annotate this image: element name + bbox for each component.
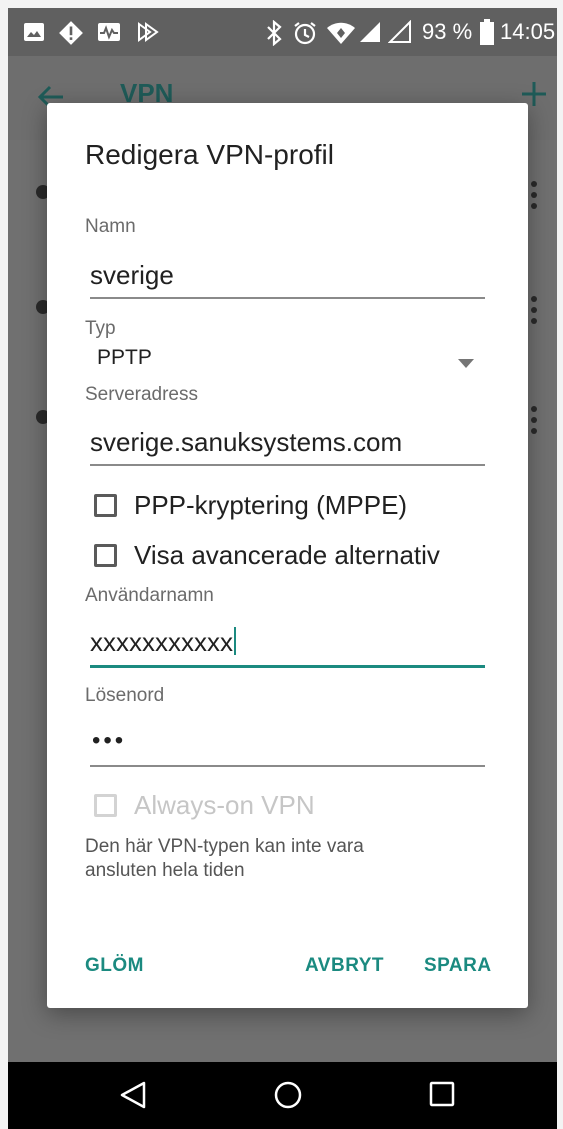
always-on-label: Always-on VPN: [134, 790, 315, 820]
server-field-underline: [90, 464, 485, 466]
bluetooth-icon: [264, 19, 284, 51]
edit-vpn-dialog: Redigera VPN-profil Namn sverige Typ PPT…: [47, 103, 528, 1008]
advanced-checkbox[interactable]: [94, 544, 117, 567]
cancel-button[interactable]: AVBRYT: [305, 955, 384, 977]
screen: 93 % 14:05 VPN Redigera VPN-profil Namn …: [0, 0, 563, 1129]
back-nav-icon[interactable]: [118, 1080, 148, 1115]
home-nav-icon[interactable]: [273, 1080, 303, 1115]
type-value: PPTP: [97, 346, 152, 369]
dropdown-arrow-icon: [458, 355, 474, 373]
password-label: Lösenord: [85, 685, 165, 706]
text-cursor: [234, 627, 236, 655]
battery-percent: 93 %: [422, 19, 473, 44]
always-on-row: Always-on VPN: [94, 788, 484, 828]
name-field[interactable]: sverige: [90, 260, 174, 291]
more-options-icon: [530, 295, 538, 325]
signal-icon: [358, 20, 382, 49]
image-icon: [22, 20, 46, 49]
type-dropdown[interactable]: PPTP: [85, 343, 485, 377]
dialog-title: Redigera VPN-profil: [85, 139, 334, 170]
more-options-icon: [530, 180, 538, 210]
password-field-underline: [90, 765, 485, 767]
username-field-underline: [90, 665, 485, 668]
signal-empty-icon: [387, 19, 412, 49]
username-value: xxxxxxxxxxx: [90, 627, 233, 657]
clock: 14:05: [500, 19, 556, 44]
activity-icon: [96, 20, 122, 49]
server-label: Serveradress: [85, 384, 198, 405]
mppe-checkbox-row[interactable]: PPP-kryptering (MPPE): [94, 488, 484, 528]
alarm-icon: [292, 20, 318, 51]
navigation-bar: [8, 1062, 557, 1129]
save-button[interactable]: SPARA: [424, 955, 492, 977]
status-bar: 93 % 14:05: [8, 8, 557, 56]
always-on-helper-text: Den här VPN-typen kan inte vara ansluten…: [85, 836, 364, 881]
server-field[interactable]: sverige.sanuksystems.com: [90, 427, 402, 458]
username-field[interactable]: xxxxxxxxxxx: [90, 627, 236, 658]
type-label: Typ: [85, 318, 116, 339]
alert-icon: [58, 20, 84, 51]
username-label: Användarnamn: [85, 585, 214, 606]
name-field-underline: [90, 297, 485, 299]
mppe-checkbox[interactable]: [94, 494, 117, 517]
recents-nav-icon[interactable]: [428, 1080, 456, 1113]
advanced-label: Visa avancerade alternativ: [134, 540, 440, 570]
advanced-options-row[interactable]: Visa avancerade alternativ: [94, 538, 514, 578]
forget-button[interactable]: GLÖM: [85, 955, 144, 977]
play-icon: [136, 20, 160, 49]
wifi-icon: [326, 20, 356, 51]
mppe-label: PPP-kryptering (MPPE): [134, 490, 408, 520]
battery-icon: [480, 19, 494, 50]
name-label: Namn: [85, 216, 136, 237]
more-options-icon: [530, 405, 538, 435]
always-on-checkbox: [94, 794, 117, 817]
password-field[interactable]: •••: [92, 727, 126, 755]
